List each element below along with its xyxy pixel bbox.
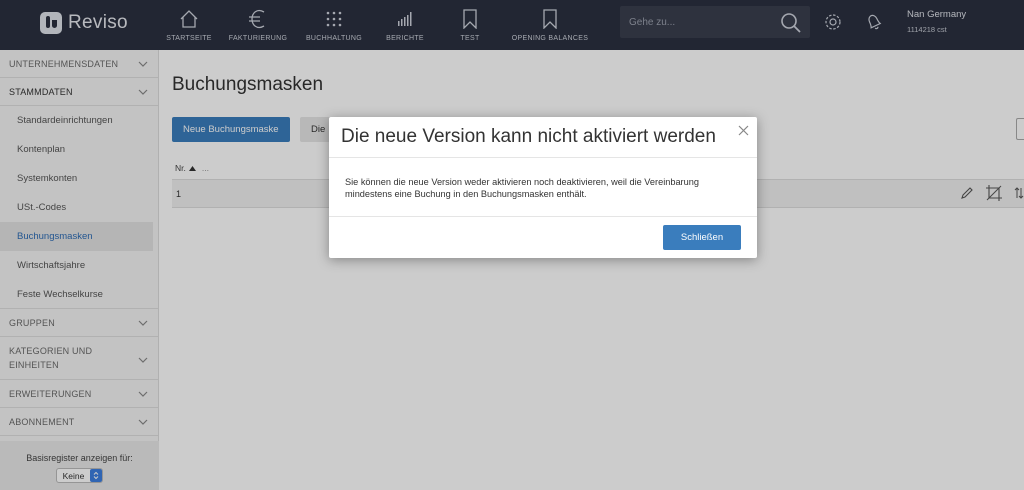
dialog-message: Sie können die neue Version weder aktivi… [345,177,699,199]
close-button[interactable]: Schließen [663,225,741,250]
error-dialog: Die neue Version kann nicht aktiviert we… [329,117,757,258]
dialog-title: Die neue Version kann nicht aktiviert we… [341,126,716,147]
close-icon[interactable] [738,123,749,141]
dialog-divider [329,157,757,158]
dialog-divider [329,216,757,217]
